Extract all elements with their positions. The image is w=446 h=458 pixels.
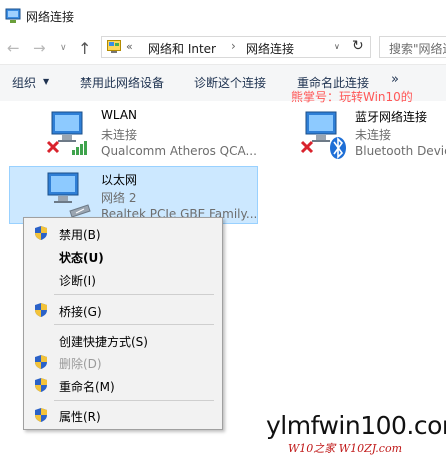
more-commands-icon[interactable]: » <box>391 72 399 87</box>
menu-item-disable[interactable]: 禁用(B) <box>24 222 222 244</box>
menu-item-diagnose[interactable]: 诊断(I) <box>24 268 222 290</box>
menu-separator <box>54 294 214 295</box>
menu-label-status: 状态(U) <box>59 251 104 265</box>
address-overflow-chevron[interactable]: « <box>126 40 133 53</box>
wlan-name: WLAN <box>101 108 138 122</box>
menu-item-properties[interactable]: 属性(R) <box>24 404 222 426</box>
network-connections-icon <box>5 8 21 23</box>
menu-label-bridge: 桥接(G) <box>59 305 102 319</box>
back-arrow-icon[interactable]: ← <box>7 41 20 56</box>
menu-label-disable: 禁用(B) <box>59 228 101 242</box>
search-input[interactable]: 搜索"网络连 <box>379 36 446 58</box>
connection-item-ethernet[interactable]: 以太网 网络 2 Realtek PCIe GBE Family... <box>9 166 258 224</box>
menu-label-rename: 重命名(M) <box>59 380 115 394</box>
disable-device-button[interactable]: 禁用此网络设备 <box>80 74 164 91</box>
address-bar[interactable]: « 网络和 Inter › 网络连接 ∨ ↻ <box>101 36 371 58</box>
forward-arrow-icon[interactable]: → <box>33 41 46 56</box>
menu-label-properties: 属性(R) <box>59 410 101 424</box>
uac-shield-icon <box>35 355 47 369</box>
menu-item-rename[interactable]: 重命名(M) <box>24 374 222 396</box>
breadcrumb-separator-icon[interactable]: › <box>231 39 236 53</box>
menu-item-delete[interactable]: 删除(D) <box>24 351 222 373</box>
organize-caret-icon[interactable]: ▼ <box>43 77 49 86</box>
connection-item-bluetooth[interactable]: 蓝牙网络连接 未连接 Bluetooth Device <box>298 104 446 162</box>
bluetooth-adapter: Bluetooth Device <box>355 144 446 158</box>
context-menu: 禁用(B) 状态(U) 诊断(I) 桥接(G) 创建快捷方式(S) 删除(D) … <box>23 217 223 430</box>
menu-item-create-shortcut[interactable]: 创建快捷方式(S) <box>24 329 222 351</box>
window-title: 网络连接 <box>26 10 75 24</box>
wlan-adapter-icon <box>46 111 87 155</box>
menu-item-bridge[interactable]: 桥接(G) <box>24 299 222 321</box>
uac-shield-icon <box>35 303 47 317</box>
watermark-site: ylmfwin100.com <box>266 411 446 440</box>
wlan-adapter: Qualcomm Atheros QCA... <box>101 144 257 158</box>
breadcrumb-network-connections[interactable]: 网络连接 <box>246 40 294 57</box>
menu-separator <box>54 324 214 325</box>
wlan-status: 未连接 <box>101 128 138 142</box>
bluetooth-status: 未连接 <box>355 128 392 142</box>
bluetooth-adapter-icon <box>300 111 346 159</box>
refresh-icon[interactable]: ↻ <box>352 38 364 54</box>
diagnose-connection-button[interactable]: 诊断这个连接 <box>194 74 266 91</box>
ethernet-adapter-icon <box>47 172 91 218</box>
menu-label-delete: 删除(D) <box>59 357 102 371</box>
address-dropdown-icon[interactable]: ∨ <box>334 42 340 51</box>
uac-shield-icon <box>35 378 47 392</box>
menu-label-create-shortcut: 创建快捷方式(S) <box>59 335 148 349</box>
recent-locations-chevron-icon[interactable]: ∨ <box>60 43 67 53</box>
menu-item-status[interactable]: 状态(U) <box>24 245 222 267</box>
ethernet-name: 以太网 <box>101 173 138 187</box>
uac-shield-icon <box>35 408 47 422</box>
menu-separator <box>54 400 214 401</box>
watermark-site-small: W10之家 W10ZJ.com <box>288 442 403 455</box>
watermark-top: 熊掌号：玩转Win10的 <box>291 90 413 104</box>
bluetooth-name: 蓝牙网络连接 <box>355 110 428 124</box>
uac-shield-icon <box>35 226 47 240</box>
breadcrumb-network-internet[interactable]: 网络和 Inter <box>148 40 216 57</box>
search-placeholder: 搜索"网络连 <box>389 42 446 56</box>
connection-item-wlan[interactable]: WLAN 未连接 Qualcomm Atheros QCA... <box>44 104 264 162</box>
control-panel-icon <box>107 40 121 53</box>
menu-label-diagnose: 诊断(I) <box>59 274 96 288</box>
ethernet-network: 网络 2 <box>101 191 137 205</box>
up-arrow-icon[interactable]: ↑ <box>78 39 91 58</box>
organize-button[interactable]: 组织 <box>12 74 36 91</box>
